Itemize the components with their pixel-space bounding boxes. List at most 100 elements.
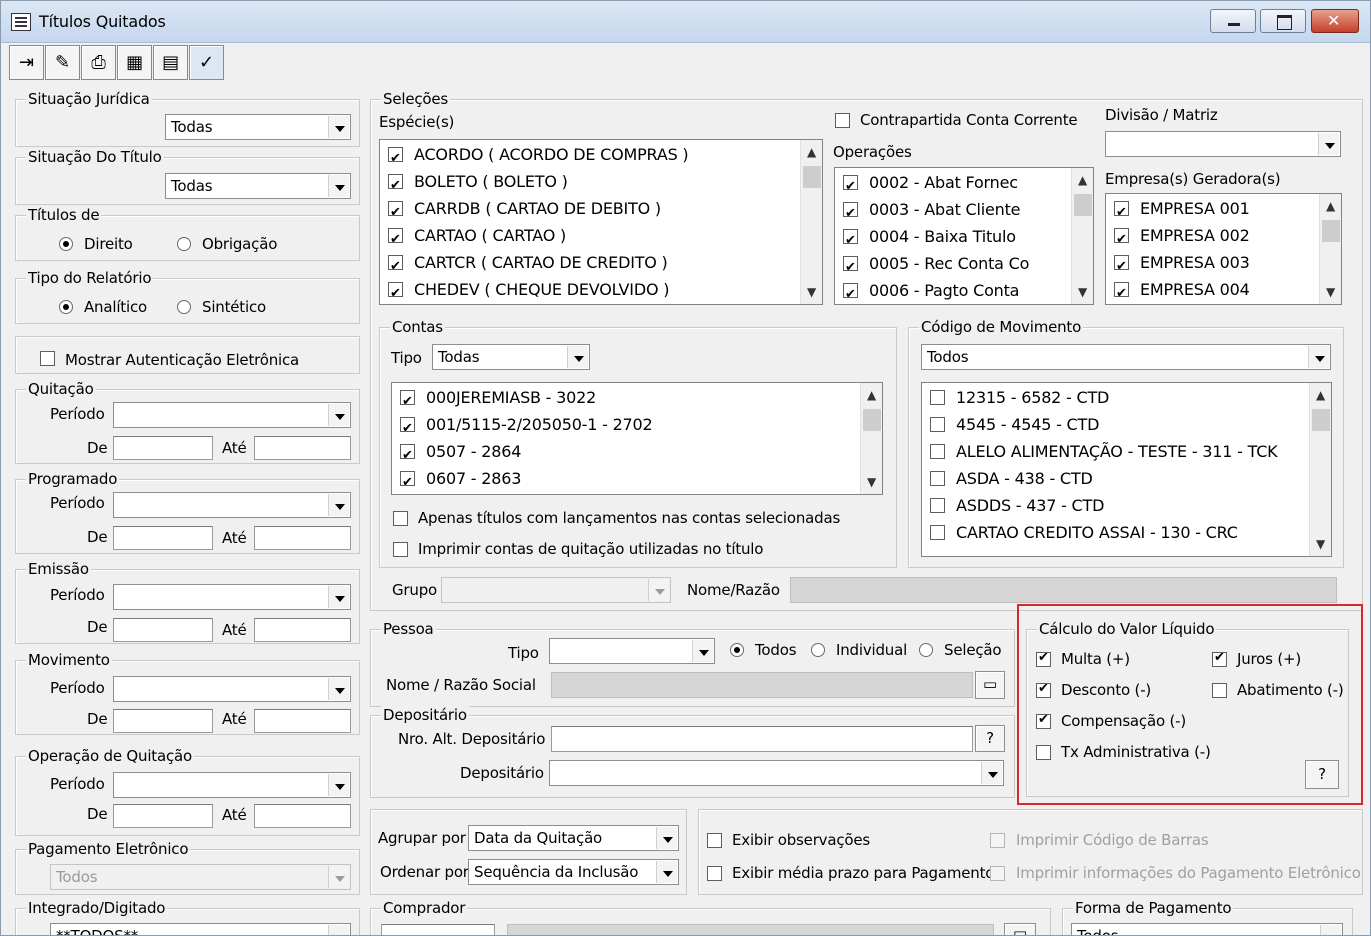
- forma-pagamento-select[interactable]: Todos: [1071, 923, 1343, 935]
- scroll-down-icon[interactable]: ▼: [1320, 282, 1341, 302]
- grupo-select[interactable]: [441, 577, 671, 603]
- conta-checkbox[interactable]: [400, 415, 415, 442]
- quitacao-periodo-select[interactable]: [113, 402, 351, 428]
- especies-list[interactable]: ACORDO ( ACORDO DE COMPRAS ) BOLETO ( BO…: [379, 139, 823, 305]
- codigo-movimento-scrollbar[interactable]: ▲ ▼: [1309, 383, 1331, 556]
- exit-icon[interactable]: ⇥: [9, 45, 44, 80]
- empresa-checkbox[interactable]: [1114, 199, 1129, 226]
- contas-list[interactable]: 000JEREMIASB - 3022 001/5115-2/205050-1 …: [391, 382, 883, 495]
- scroll-thumb[interactable]: [1074, 194, 1092, 216]
- operacao-de-input[interactable]: [113, 804, 213, 828]
- conta-checkbox[interactable]: [400, 442, 415, 469]
- movimento-ate-input[interactable]: [254, 709, 351, 733]
- scroll-down-icon[interactable]: ▼: [861, 472, 882, 492]
- empresa-checkbox[interactable]: [1114, 280, 1129, 304]
- operacoes-scrollbar[interactable]: ▲ ▼: [1071, 168, 1093, 304]
- scroll-down-icon[interactable]: ▼: [1310, 534, 1331, 554]
- emissao-de-input[interactable]: [113, 618, 213, 642]
- apenas-titulos-checkbox[interactable]: [393, 511, 408, 526]
- scroll-thumb[interactable]: [1322, 220, 1340, 242]
- divisao-select[interactable]: [1105, 131, 1341, 157]
- empresa-checkbox[interactable]: [1114, 253, 1129, 280]
- contas-scrollbar[interactable]: ▲ ▼: [860, 383, 882, 494]
- close-button[interactable]: [1311, 9, 1359, 33]
- emissao-ate-input[interactable]: [254, 618, 351, 642]
- depositario-select[interactable]: [549, 760, 1004, 786]
- scroll-thumb[interactable]: [863, 409, 881, 431]
- operacao-checkbox[interactable]: [843, 200, 858, 227]
- scroll-up-icon[interactable]: ▲: [1072, 170, 1093, 190]
- sintetico-radio[interactable]: [177, 300, 191, 314]
- scroll-up-icon[interactable]: ▲: [801, 142, 822, 162]
- especie-checkbox[interactable]: [388, 253, 403, 280]
- analitico-radio[interactable]: [59, 300, 73, 314]
- movimento-checkbox[interactable]: [930, 471, 945, 486]
- obrigacao-radio[interactable]: [177, 237, 191, 251]
- conta-checkbox[interactable]: [400, 388, 415, 415]
- especies-scrollbar[interactable]: ▲ ▼: [800, 140, 822, 304]
- especie-checkbox[interactable]: [388, 226, 403, 253]
- especie-checkbox[interactable]: [388, 145, 403, 172]
- scroll-down-icon[interactable]: ▼: [801, 282, 822, 302]
- comprador-name-input[interactable]: [507, 924, 994, 935]
- scroll-thumb[interactable]: [803, 166, 821, 188]
- movimento-checkbox[interactable]: [930, 417, 945, 432]
- nro-depositario-input[interactable]: [551, 726, 973, 752]
- printer-icon[interactable]: ⎙: [81, 45, 116, 80]
- empresas-scrollbar[interactable]: ▲ ▼: [1319, 194, 1341, 304]
- especie-checkbox[interactable]: [388, 280, 403, 304]
- exibir-media-checkbox[interactable]: [707, 866, 722, 881]
- movimento-checkbox[interactable]: [930, 498, 945, 513]
- confirm-icon[interactable]: ✓: [189, 45, 224, 80]
- codigo-movimento-select[interactable]: Todos: [921, 344, 1331, 370]
- scroll-up-icon[interactable]: ▲: [861, 385, 882, 405]
- movimento-checkbox[interactable]: [930, 525, 945, 540]
- comprador-code-input[interactable]: [381, 924, 495, 935]
- scroll-up-icon[interactable]: ▲: [1310, 385, 1331, 405]
- movimento-de-input[interactable]: [113, 709, 213, 733]
- exibir-observacoes-checkbox[interactable]: [707, 833, 722, 848]
- especie-checkbox[interactable]: [388, 199, 403, 226]
- selecao-radio[interactable]: [919, 643, 933, 657]
- maximize-button[interactable]: [1260, 9, 1306, 33]
- list-icon[interactable]: ▭: [975, 671, 1005, 699]
- scroll-thumb[interactable]: [1312, 409, 1330, 431]
- movimento-checkbox[interactable]: [930, 444, 945, 459]
- movimento-periodo-select[interactable]: [113, 676, 351, 702]
- empresa-checkbox[interactable]: [1114, 226, 1129, 253]
- operacao-periodo-select[interactable]: [113, 772, 351, 798]
- nome-razao-input[interactable]: [790, 577, 1337, 603]
- direito-radio[interactable]: [59, 237, 73, 251]
- todos-radio[interactable]: [730, 643, 744, 657]
- operacao-checkbox[interactable]: [843, 227, 858, 254]
- depositario-help-button[interactable]: ?: [975, 725, 1005, 752]
- operacao-checkbox[interactable]: [843, 173, 858, 200]
- contas-tipo-select[interactable]: Todas: [432, 344, 590, 370]
- imprimir-info-pagamento-checkbox[interactable]: [990, 866, 1005, 881]
- operacao-ate-input[interactable]: [254, 804, 351, 828]
- imprimir-codigo-barras-checkbox[interactable]: [990, 833, 1005, 848]
- operacao-checkbox[interactable]: [843, 254, 858, 281]
- empresas-list[interactable]: EMPRESA 001 EMPRESA 002 EMPRESA 003 EMPR…: [1105, 193, 1342, 305]
- emissao-periodo-select[interactable]: [113, 584, 351, 610]
- quitacao-ate-input[interactable]: [254, 436, 351, 460]
- situacao-juridica-select[interactable]: Todas: [165, 114, 351, 140]
- programado-ate-input[interactable]: [254, 526, 351, 550]
- contrapartida-checkbox[interactable]: [835, 113, 850, 128]
- conta-checkbox[interactable]: [400, 469, 415, 494]
- individual-radio[interactable]: [811, 643, 825, 657]
- minimize-button[interactable]: [1210, 9, 1256, 33]
- ordenar-select[interactable]: Sequência da Inclusão: [468, 859, 679, 885]
- situacao-titulo-select[interactable]: Todas: [165, 173, 351, 199]
- imprimir-contas-checkbox[interactable]: [393, 542, 408, 557]
- pagamento-eletronico-select[interactable]: Todos: [50, 864, 351, 890]
- scroll-down-icon[interactable]: ▼: [1072, 282, 1093, 302]
- scroll-up-icon[interactable]: ▲: [1320, 196, 1341, 216]
- programado-de-input[interactable]: [113, 526, 213, 550]
- list-icon[interactable]: ▭: [1004, 923, 1036, 935]
- operacoes-list[interactable]: 0002 - Abat Fornec 0003 - Abat Cliente 0…: [834, 167, 1094, 305]
- movimento-checkbox[interactable]: [930, 390, 945, 405]
- report-icon[interactable]: ▤: [153, 45, 188, 80]
- especie-checkbox[interactable]: [388, 172, 403, 199]
- pessoa-nome-input[interactable]: [551, 672, 973, 698]
